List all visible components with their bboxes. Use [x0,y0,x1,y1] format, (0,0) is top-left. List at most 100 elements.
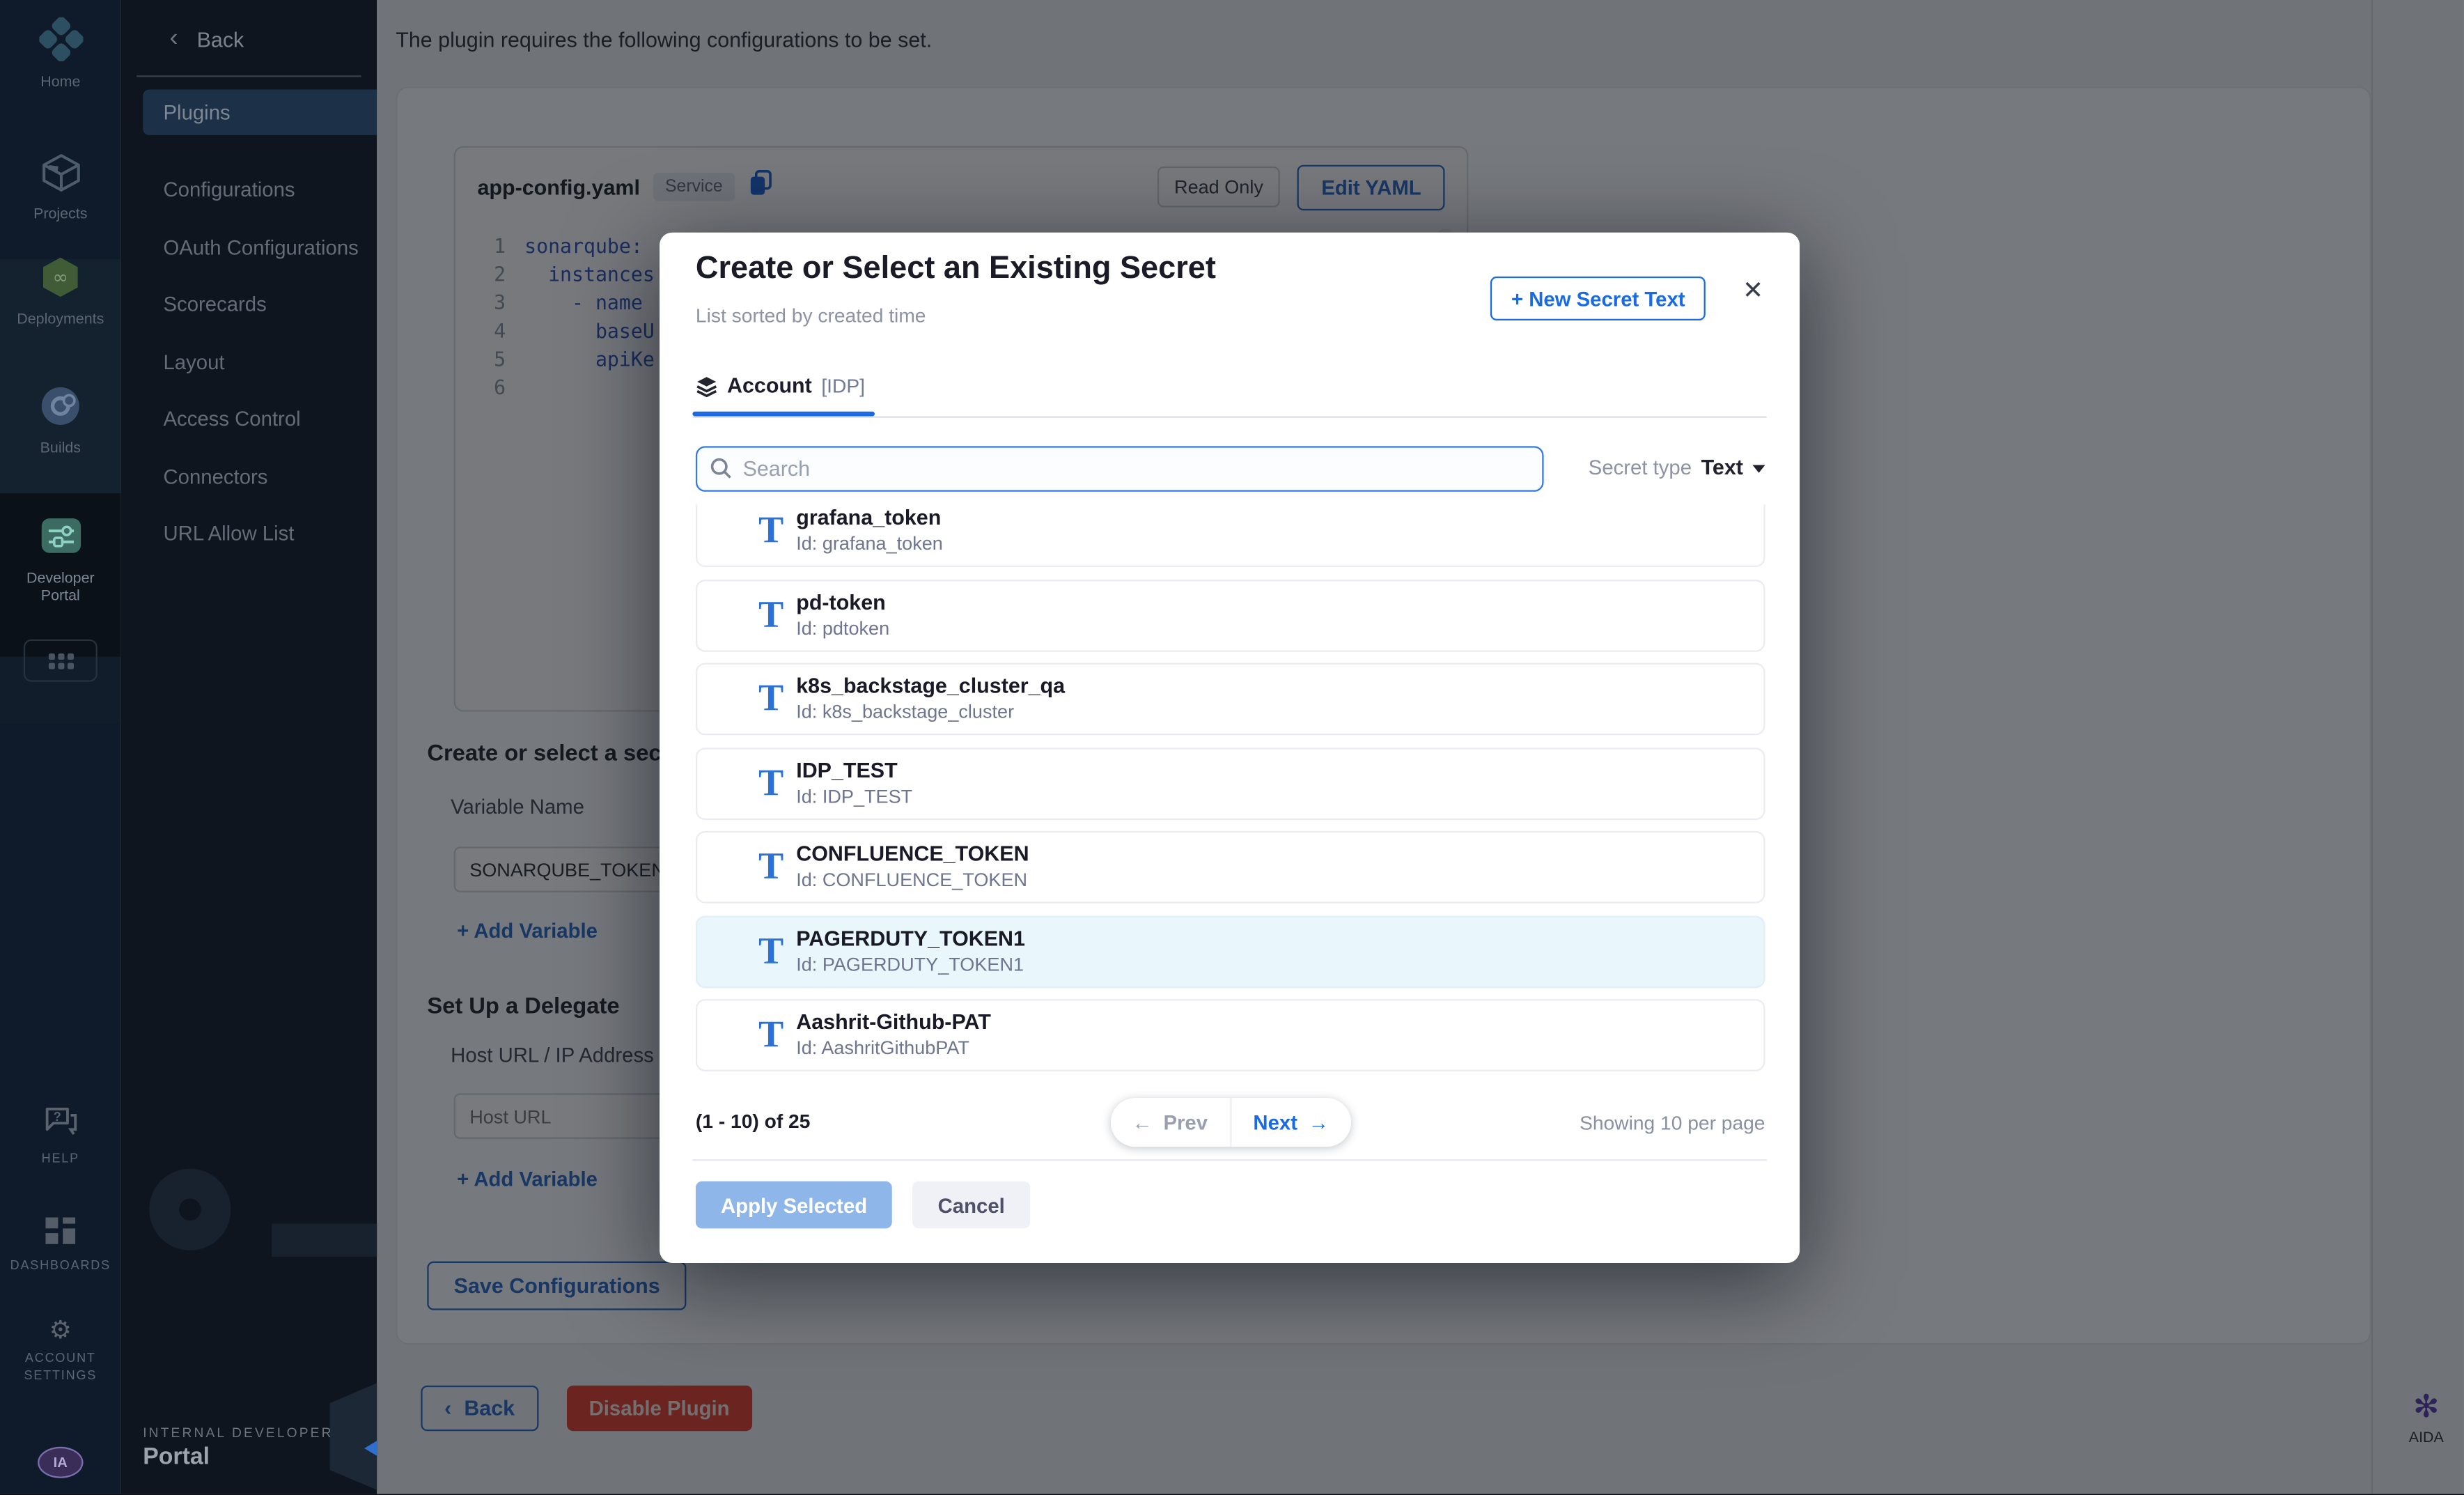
secret-selector-modal: Create or Select an Existing Secret List… [660,233,1800,1263]
sidebar-back-label: Back [197,27,244,51]
close-icon[interactable]: ✕ [1742,277,1763,308]
sidebar-menu-item[interactable]: Plugins [143,90,377,135]
secret-id: Id: AashritGithubPAT [796,1037,991,1060]
svg-text:∞: ∞ [53,267,69,288]
text-secret-icon: T [758,507,783,555]
harness-logo-icon [38,17,82,61]
sidebar-item-home[interactable]: Home [0,17,121,91]
arrow-left-icon: ← [1132,1110,1152,1134]
sidebar-menu-item[interactable]: OAuth Configurations [121,219,377,277]
sidebar-item-projects[interactable]: Projects [0,153,121,223]
next-page-button[interactable]: Next → [1231,1098,1351,1147]
sidebar-divider [137,75,361,77]
primary-sidebar: Home Projects ∞ Deployments Builds [0,0,121,1494]
secret-id: Id: pdtoken [796,617,889,640]
cancel-button[interactable]: Cancel [913,1182,1030,1229]
sidebar-item-builds[interactable]: Builds [0,385,121,457]
sidebar-menu-item[interactable]: Configurations [121,162,377,219]
grid-icon [48,653,73,669]
plugin-settings-menu: Plugins ConfigurationsOAuth Configuration… [121,90,377,564]
next-label: Next [1253,1110,1297,1134]
secret-list: T grafana_token Id: grafana_token T pd-t… [696,504,1765,1079]
brand-line-2: Portal [143,1443,333,1470]
per-page-label: Showing 10 per page [1580,1112,1765,1134]
sidebar-item-dashboards[interactable]: DASHBOARDS [0,1218,121,1274]
prev-page-button[interactable]: ← Prev [1110,1098,1230,1147]
text-secret-icon: T [758,1012,783,1059]
deployments-hexagon-icon: ∞ [39,256,81,299]
tab-track-line [692,417,1766,418]
decor-ring [149,1169,231,1250]
secret-type-value: Text [1701,456,1743,479]
secret-list-item[interactable]: T PAGERDUTY_TOKEN1 Id: PAGERDUTY_TOKEN1 [696,915,1765,987]
pagination: (1 - 10) of 25 ← Prev Next → Showing 10 … [696,1098,1765,1148]
secret-list-item[interactable]: T grafana_token Id: grafana_token [696,504,1765,567]
decor-bar [272,1224,377,1257]
secret-id: Id: grafana_token [796,532,943,556]
modal-title: Create or Select an Existing Secret [696,251,1216,288]
search-input[interactable] [696,446,1544,491]
sidebar-menu-item[interactable]: Layout [121,334,377,391]
tab-active-underline [692,412,875,417]
secret-name: PAGERDUTY_TOKEN1 [796,926,1025,951]
tab-account-idp[interactable]: Account [IDP] [696,374,865,398]
secret-name: pd-token [796,590,889,615]
tab-account-label: Account [727,374,812,398]
pagination-pill: ← Prev Next → [1110,1098,1351,1147]
secret-id: Id: CONFLUENCE_TOKEN [796,869,1029,892]
secondary-sidebar: ‹ Back Plugins ConfigurationsOAuth Config… [121,0,377,1494]
dashboards-icon [45,1218,75,1244]
secret-name: Aashrit-Github-PAT [796,1010,991,1035]
apply-selected-button[interactable]: Apply Selected [696,1182,892,1229]
sidebar-menu-item[interactable]: URL Allow List [121,506,377,563]
secret-id: Id: k8s_backstage_cluster [796,701,1065,725]
secret-type-label: Secret type [1589,456,1692,479]
sidebar-menu-item[interactable]: Scorecards [121,277,377,334]
help-chat-icon: ? [43,1106,78,1137]
secret-id: Id: PAGERDUTY_TOKEN1 [796,953,1025,977]
secret-name: k8s_backstage_cluster_qa [796,674,1065,699]
idp-brand: INTERNAL DEVELOPER Portal [143,1425,333,1470]
layers-icon [696,375,718,397]
secret-name: CONFLUENCE_TOKEN [796,842,1029,867]
builds-icon [39,385,81,427]
svg-text:?: ? [53,1110,61,1124]
sidebar-item-deployments[interactable]: ∞ Deployments [0,256,121,329]
search-icon [710,457,732,487]
text-secret-icon: T [758,844,783,891]
sidebar-menu-item[interactable]: Connectors [121,449,377,506]
brand-line-1: INTERNAL DEVELOPER [143,1425,333,1441]
modal-subtitle: List sorted by created time [696,304,926,327]
secret-list-item[interactable]: T pd-token Id: pdtoken [696,579,1765,651]
text-secret-icon: T [758,676,783,723]
sidebar-item-developer-portal[interactable]: Developer Portal [0,513,121,605]
tab-scope-label: [IDP] [821,375,865,397]
modal-actions: Apply Selected Cancel [696,1182,1030,1229]
sidebar-item-account-settings[interactable]: ⚙ ACCOUNT SETTINGS [0,1318,121,1384]
secret-name: IDP_TEST [796,758,912,783]
new-secret-text-button[interactable]: + New Secret Text [1491,277,1706,320]
secret-list-item[interactable]: T CONFLUENCE_TOKEN Id: CONFLUENCE_TOKEN [696,831,1765,904]
chevron-left-icon: ‹ [170,25,178,54]
decor-play-icon [364,1439,377,1457]
text-secret-icon: T [758,759,783,807]
sidebar-back-button[interactable]: ‹ Back [170,25,244,54]
sidebar-menu-item[interactable]: Access Control [121,391,377,448]
secret-type-dropdown[interactable]: Secret type Text [1589,456,1765,479]
gear-icon: ⚙ [0,1318,121,1347]
decor-hexagon [330,1370,377,1494]
secret-list-item[interactable]: T Aashrit-Github-PAT Id: AashritGithubPA… [696,999,1765,1071]
text-secret-icon: T [758,591,783,639]
sidebar-item-help[interactable]: ? HELP [0,1106,121,1167]
text-secret-icon: T [758,928,783,975]
projects-cube-icon [40,153,81,194]
footer-divider [692,1159,1766,1161]
app-root: The plugin requires the following config… [0,0,2464,1494]
chevron-down-icon [1752,465,1765,472]
secret-name: grafana_token [796,506,943,531]
secret-list-item[interactable]: T IDP_TEST Id: IDP_TEST [696,747,1765,819]
secret-list-item[interactable]: T k8s_backstage_cluster_qa Id: k8s_backs… [696,663,1765,736]
user-avatar[interactable]: IA [38,1447,83,1478]
module-selector-button[interactable] [24,640,98,682]
arrow-right-icon: → [1309,1110,1329,1134]
